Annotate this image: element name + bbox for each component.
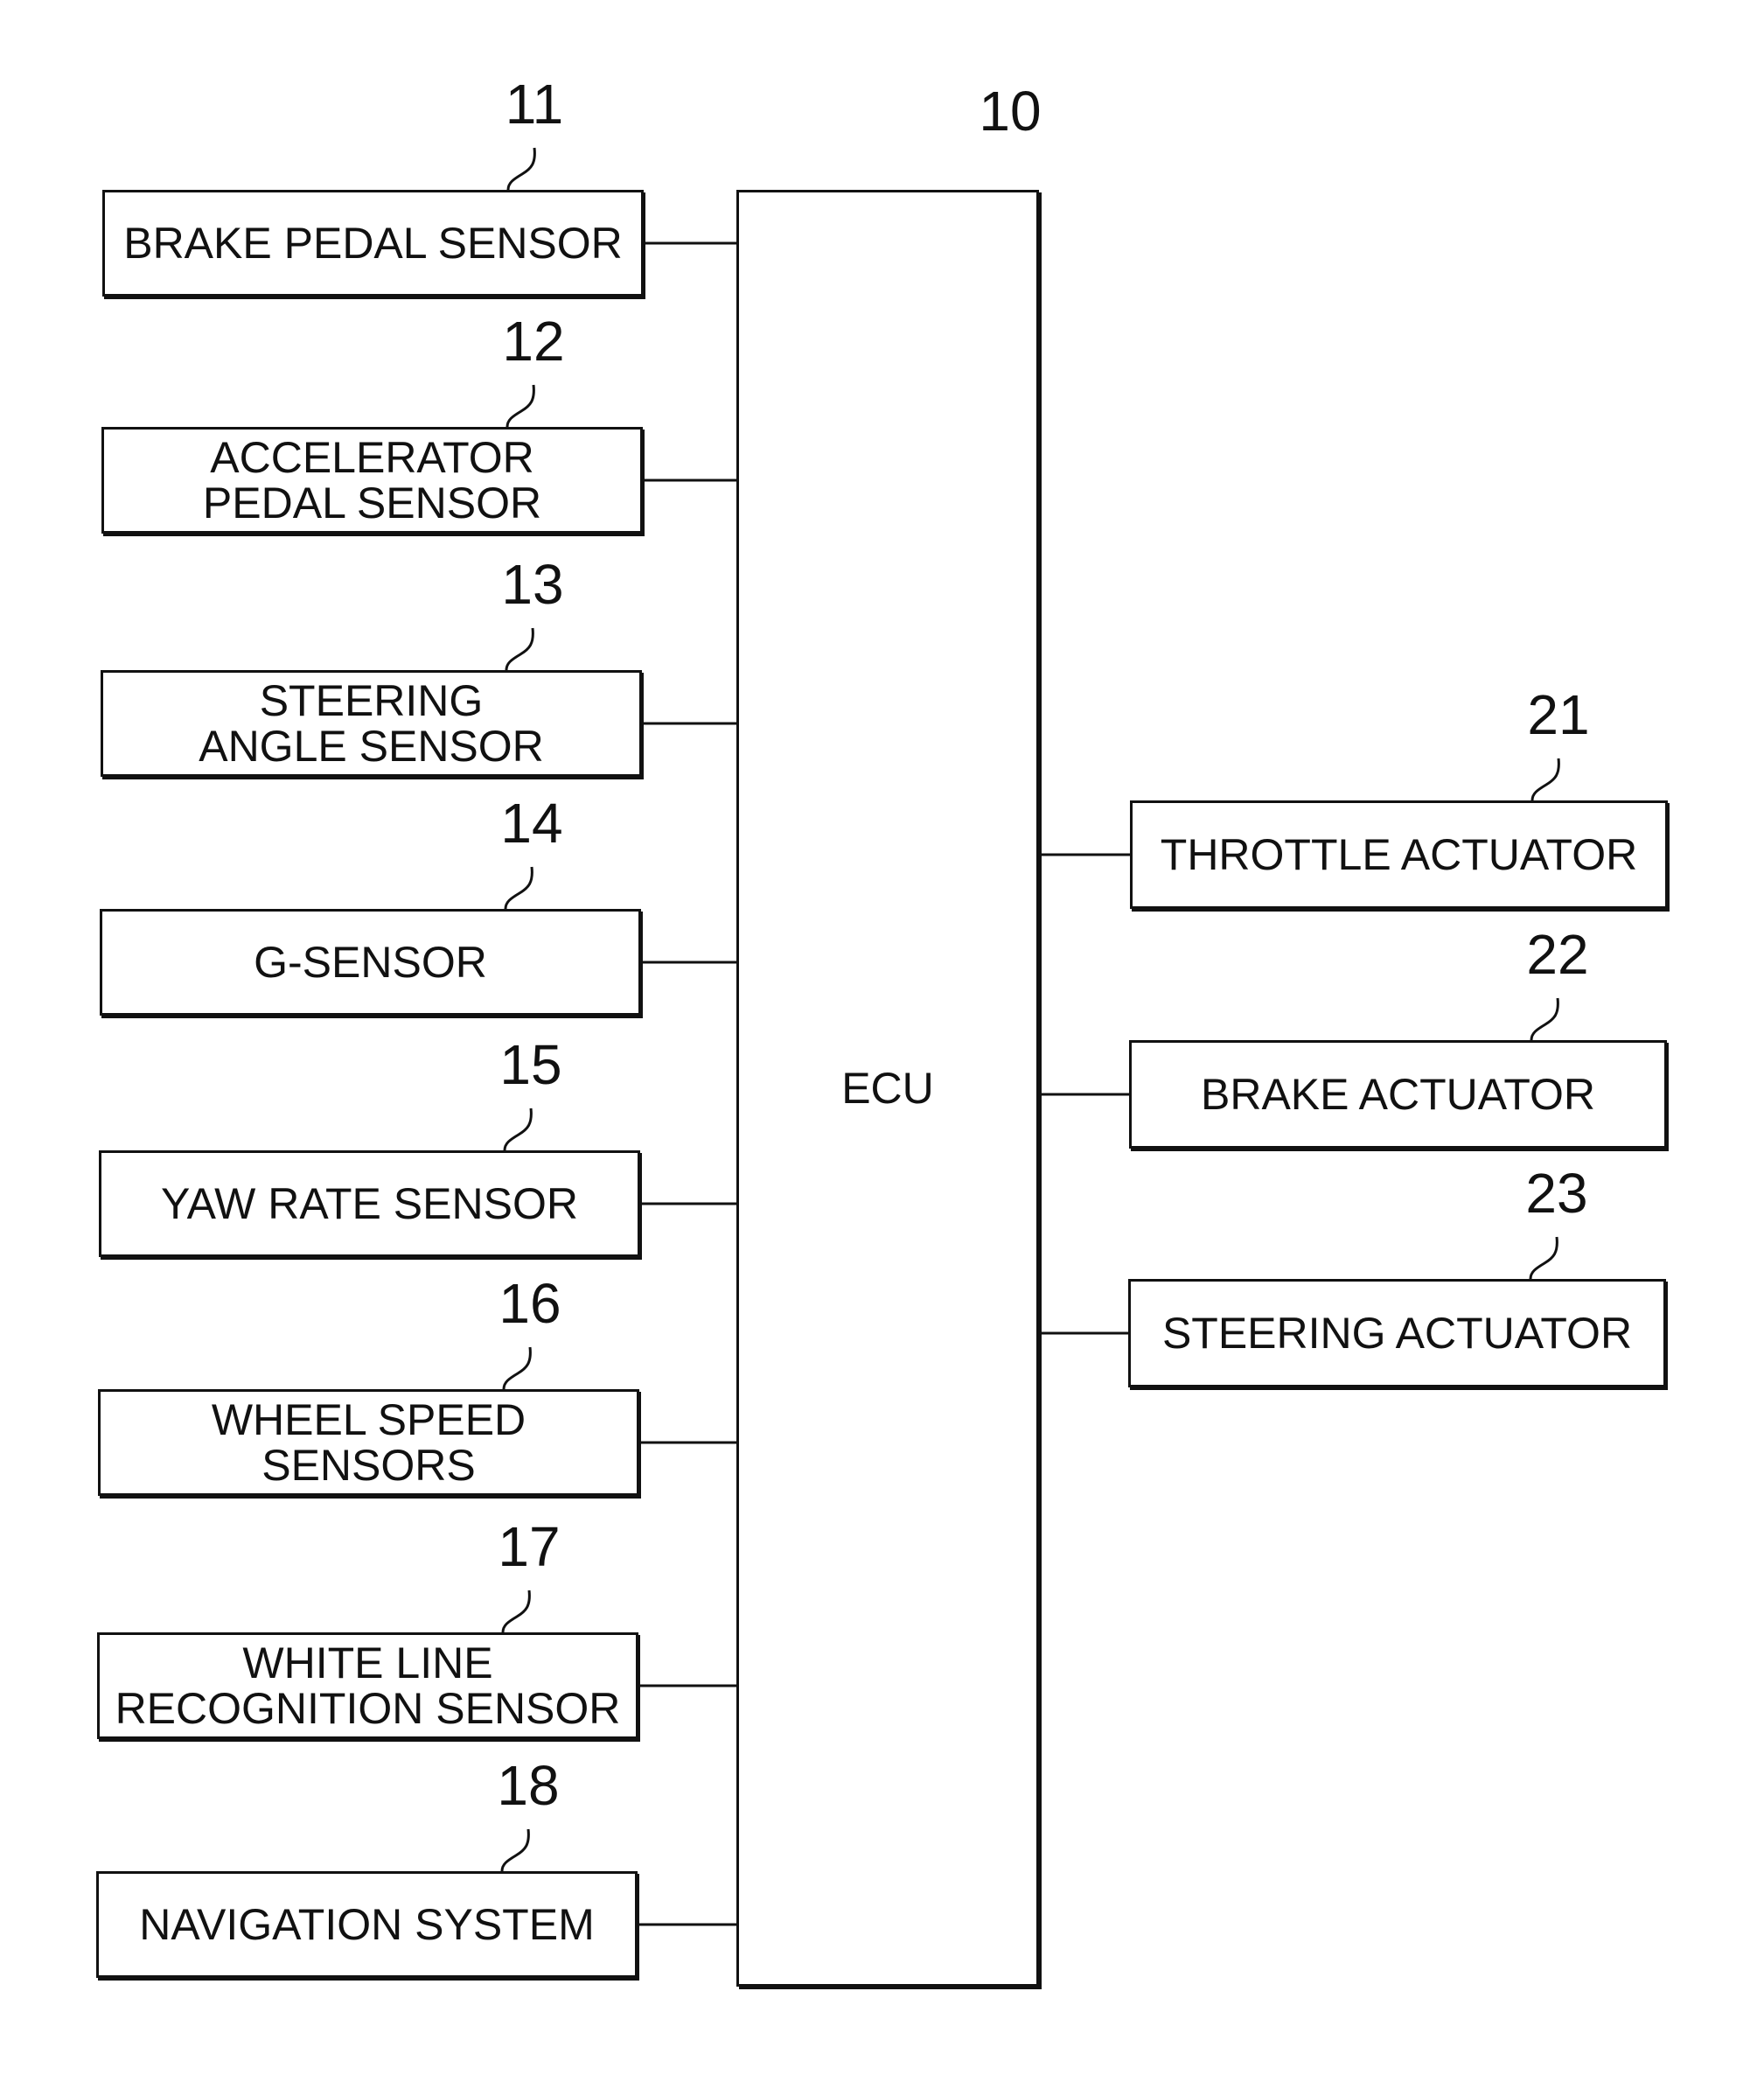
ref-number-ecu: 10 — [979, 80, 1042, 143]
ref-number-16: 16 — [499, 1272, 561, 1335]
ref-number-23: 23 — [1525, 1162, 1588, 1225]
leader-line-18 — [500, 1828, 530, 1872]
input-label: G-SENSOR — [254, 938, 487, 987]
input-label: WHITE LINE RECOGNITION SENSOR — [115, 1638, 621, 1733]
output-label: STEERING ACTUATOR — [1161, 1309, 1633, 1358]
leader-line-17 — [501, 1589, 531, 1633]
leader-line-22 — [1530, 997, 1559, 1041]
input-box-15: YAW RATE SENSOR — [99, 1150, 640, 1257]
ref-number-12: 12 — [502, 310, 565, 373]
input-box-13: STEERING ANGLE SENSOR — [101, 670, 642, 777]
input-box-14: G-SENSOR — [100, 909, 641, 1016]
input-label: YAW RATE SENSOR — [161, 1179, 578, 1228]
input-box-12: ACCELERATOR PEDAL SENSOR — [101, 427, 643, 534]
ref-number-13: 13 — [501, 553, 564, 616]
leader-line-13 — [505, 627, 534, 671]
input-box-18: NAVIGATION SYSTEM — [96, 1871, 638, 1978]
output-box-21: THROTTLE ACTUATOR — [1130, 800, 1668, 909]
input-label: STEERING ANGLE SENSOR — [199, 676, 544, 771]
leader-line-11 — [506, 147, 536, 191]
input-box-16: WHEEL SPEED SENSORS — [98, 1389, 639, 1496]
input-label: BRAKE PEDAL SENSOR — [123, 219, 623, 268]
ref-number-15: 15 — [499, 1033, 562, 1096]
output-box-22: BRAKE ACTUATOR — [1129, 1040, 1667, 1149]
ecu-label: ECU — [841, 1064, 934, 1113]
leader-line-14 — [504, 866, 533, 910]
input-label: NAVIGATION SYSTEM — [139, 1900, 595, 1949]
leader-line-23 — [1529, 1236, 1558, 1280]
output-box-23: STEERING ACTUATOR — [1128, 1279, 1666, 1387]
leader-line-12 — [505, 384, 535, 428]
leader-line-15 — [503, 1107, 533, 1151]
input-label: WHEEL SPEED SENSORS — [211, 1395, 526, 1490]
input-box-17: WHITE LINE RECOGNITION SENSOR — [97, 1632, 638, 1739]
output-label: THROTTLE ACTUATOR — [1160, 830, 1638, 879]
ref-number-22: 22 — [1526, 923, 1589, 986]
input-label: ACCELERATOR PEDAL SENSOR — [202, 433, 542, 527]
input-box-11: BRAKE PEDAL SENSOR — [102, 190, 644, 297]
leader-line-21 — [1530, 758, 1560, 801]
ref-number-17: 17 — [498, 1515, 561, 1578]
output-label: BRAKE ACTUATOR — [1200, 1070, 1596, 1119]
ref-number-21: 21 — [1527, 683, 1590, 746]
ref-number-18: 18 — [497, 1754, 560, 1817]
ref-number-14: 14 — [500, 792, 563, 855]
leader-line-16 — [502, 1346, 532, 1390]
ref-number-11: 11 — [505, 73, 564, 136]
ecu-block: ECU — [736, 190, 1039, 1987]
